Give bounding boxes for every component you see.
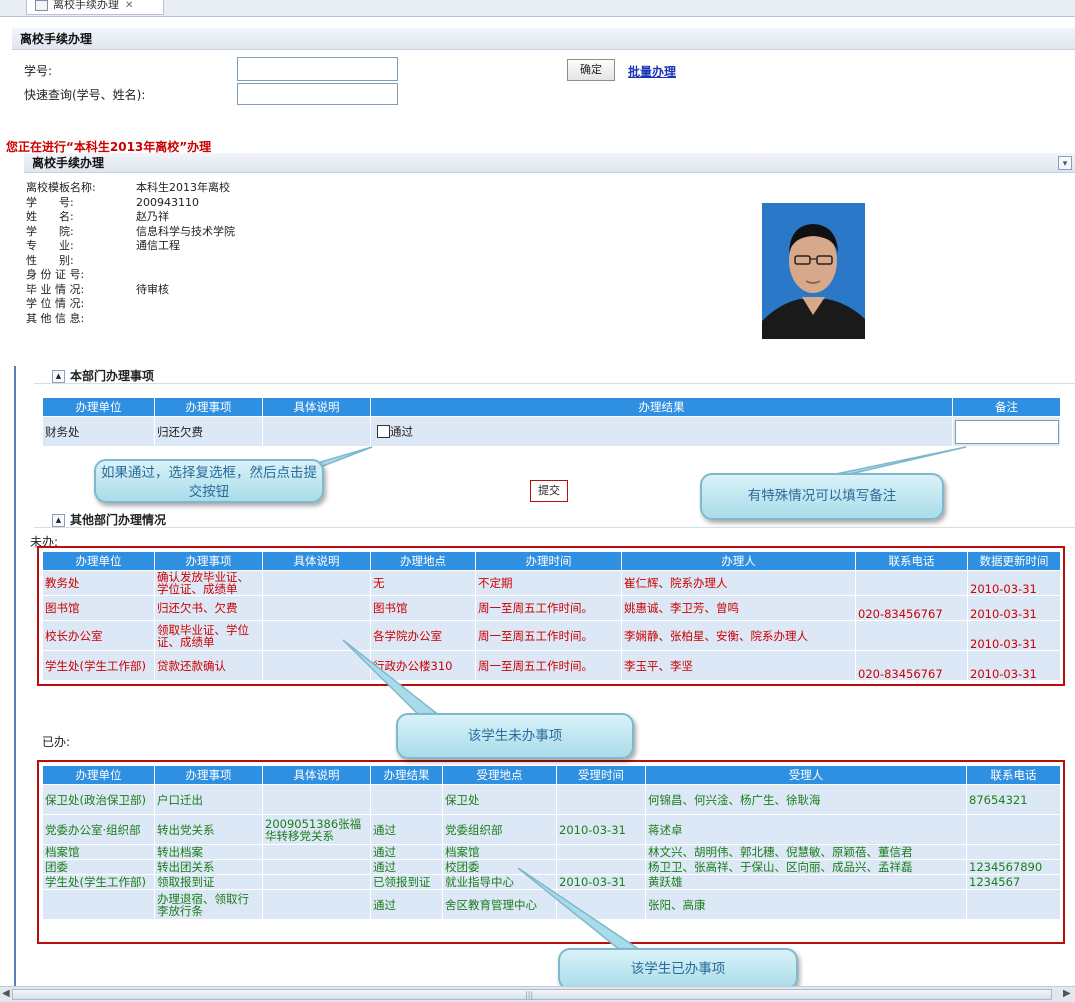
scrollbar-thumb[interactable]: ||| <box>12 989 1052 1000</box>
scroll-left-icon[interactable]: ◀ <box>2 988 10 999</box>
done-tip-pointer <box>517 867 643 951</box>
checkbox-tip-callout: 如果通过，选择复选框，然后点击提交按钮 <box>94 459 324 503</box>
scroll-right-icon[interactable]: ▶ <box>1063 988 1071 999</box>
done-tip-callout: 该学生已办事项 <box>558 948 798 990</box>
pending-tip-callout: 该学生未办事项 <box>396 713 634 759</box>
pending-tip-pointer <box>342 639 443 717</box>
grip-icon: ||| <box>525 990 534 999</box>
horizontal-scrollbar[interactable]: ◀ ||| ▶ <box>0 986 1075 1002</box>
remark-tip-callout: 有特殊情况可以填写备注 <box>700 473 944 520</box>
remark-tip-pointer <box>835 446 967 475</box>
